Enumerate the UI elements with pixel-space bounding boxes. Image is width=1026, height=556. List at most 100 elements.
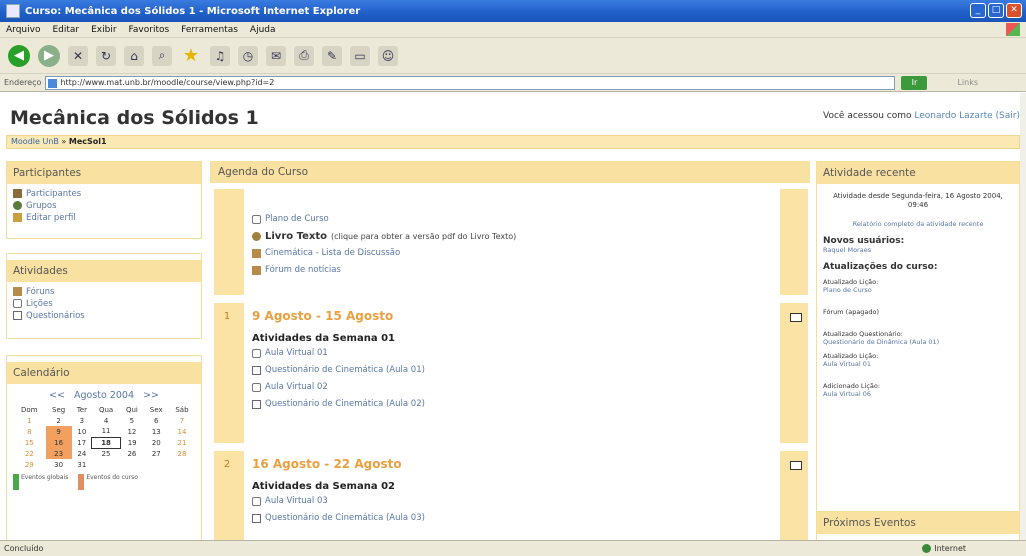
- calendar-day[interactable]: 24: [72, 448, 92, 459]
- groups-link[interactable]: Grupos: [13, 200, 195, 211]
- lesson-link[interactable]: Aula Virtual 03: [252, 495, 772, 507]
- calendar-day[interactable]: 30: [46, 459, 72, 470]
- calendar-day[interactable]: 6: [144, 415, 169, 426]
- section-toggle-icon[interactable]: [790, 313, 802, 322]
- calendar-day[interactable]: 1: [13, 415, 46, 426]
- search-icon[interactable]: ⌕: [152, 45, 172, 66]
- calendar-next-button[interactable]: >>: [143, 390, 159, 401]
- lesson-icon: [252, 348, 261, 358]
- participants-link[interactable]: Participantes: [13, 188, 195, 199]
- legend-global[interactable]: Eventos globais: [13, 474, 68, 490]
- folder-icon[interactable]: ▭: [350, 45, 370, 66]
- calendar-day[interactable]: 27: [144, 448, 169, 459]
- menu-editar[interactable]: Editar: [52, 25, 79, 35]
- quiz-link[interactable]: Questionário de Cinemática (Aula 02): [252, 398, 772, 410]
- calendar-day[interactable]: 10: [72, 426, 92, 437]
- quiz-link[interactable]: Questionário de Cinemática (Aula 01): [252, 364, 772, 376]
- menu-exibir[interactable]: Exibir: [91, 25, 116, 35]
- news-forum-link[interactable]: Fórum de notícias: [252, 264, 772, 276]
- mail-icon[interactable]: ✉: [266, 45, 286, 66]
- user-link[interactable]: Leonardo Lazarte: [914, 111, 992, 121]
- calendar-day[interactable]: 8: [13, 426, 46, 437]
- calendar-day[interactable]: 14: [169, 426, 195, 437]
- calendar-day[interactable]: 26: [120, 448, 144, 459]
- quiz-link[interactable]: Questionário de Cinemática (Aula 03): [252, 512, 772, 524]
- minimize-button[interactable]: _: [970, 3, 986, 18]
- page-scrollbar[interactable]: [1020, 93, 1026, 540]
- calendar-day[interactable]: 22: [13, 448, 46, 459]
- calendar-day-event[interactable]: 23: [45, 448, 72, 459]
- calendar-day[interactable]: 21: [169, 437, 195, 448]
- calendar-prev-button[interactable]: <<: [49, 390, 65, 401]
- menu-ferramentas[interactable]: Ferramentas: [181, 25, 238, 35]
- calendar-day[interactable]: 20: [144, 437, 169, 448]
- home-icon[interactable]: ⌂: [124, 45, 144, 66]
- calendar-day[interactable]: 17: [72, 437, 92, 448]
- lesson-link[interactable]: Aula Virtual 02: [252, 381, 772, 393]
- go-button[interactable]: Ir: [901, 75, 928, 90]
- print-icon[interactable]: ⎙: [294, 45, 314, 66]
- calendar-day[interactable]: 5: [120, 415, 144, 426]
- calendar-day[interactable]: 2: [46, 415, 72, 426]
- lesson-link[interactable]: Aula Virtual 01: [252, 347, 772, 359]
- calendar-legend: Eventos globais Eventos do curso: [13, 474, 195, 490]
- course-plan-link[interactable]: Plano de Curso: [252, 213, 772, 225]
- messenger-icon[interactable]: ☺: [378, 45, 398, 66]
- close-button[interactable]: ✕: [1006, 3, 1022, 18]
- edit-page-icon[interactable]: ✎: [322, 45, 342, 66]
- media-icon[interactable]: ♫: [210, 45, 230, 66]
- logout-link[interactable]: (Sair): [996, 111, 1020, 121]
- favorites-icon[interactable]: ★: [180, 45, 202, 67]
- new-user-link[interactable]: Raquel Moraes: [823, 246, 1013, 254]
- refresh-icon[interactable]: ↻: [96, 45, 116, 66]
- full-report-link[interactable]: Relatório completo da atividade recente: [823, 220, 1013, 228]
- menu-ajuda[interactable]: Ajuda: [250, 25, 276, 35]
- calendar-day[interactable]: 11: [92, 426, 120, 437]
- calendar-day-today[interactable]: 18: [91, 436, 121, 449]
- quizzes-link[interactable]: Questionários: [13, 310, 195, 321]
- menu-arquivo[interactable]: Arquivo: [6, 25, 40, 35]
- calendar-day[interactable]: 25: [92, 448, 120, 459]
- ie-icon: [6, 4, 20, 18]
- update-item: Fórum (apagado): [823, 308, 880, 316]
- address-input[interactable]: http://www.mat.unb.br/moodle/course/view…: [45, 75, 896, 90]
- calendar-title: Calendário: [7, 362, 201, 384]
- address-bar: Endereço http://www.mat.unb.br/moodle/co…: [0, 74, 1026, 92]
- forum-icon: [252, 265, 261, 275]
- calendar-day[interactable]: 31: [72, 459, 92, 470]
- activities-title: Atividades: [7, 260, 201, 282]
- calendar-day[interactable]: 12: [120, 426, 144, 437]
- menu-favoritos[interactable]: Favoritos: [129, 25, 170, 35]
- forums-link[interactable]: Fóruns: [13, 286, 195, 297]
- stop-icon[interactable]: ✕: [68, 45, 88, 66]
- calendar-day[interactable]: 13: [144, 426, 169, 437]
- maximize-button[interactable]: □: [988, 3, 1004, 18]
- links-button[interactable]: Links: [957, 78, 978, 87]
- breadcrumb-home[interactable]: Moodle UnB: [11, 137, 59, 146]
- calendar-day[interactable]: 28: [169, 448, 195, 459]
- calendar-day[interactable]: 7: [169, 415, 195, 426]
- breadcrumb: Moodle UnB » MecSol1: [6, 135, 1020, 149]
- windows-logo-icon: [1006, 23, 1020, 36]
- lesson-icon: [252, 214, 261, 224]
- textbook-link[interactable]: Livro Texto (clique para obter a versão p…: [252, 230, 772, 242]
- section-toggle-icon[interactable]: [790, 461, 802, 470]
- calendar-day-event[interactable]: 16: [45, 437, 72, 448]
- new-users-title: Novos usuários:: [823, 236, 905, 246]
- calendar-day[interactable]: 4: [92, 415, 120, 426]
- calendar-day[interactable]: 3: [72, 415, 92, 426]
- update-item: Atualizado Lição: Plano de Curso: [823, 278, 879, 294]
- recent-activity-title: Atividade recente: [817, 162, 1019, 184]
- calendar-day[interactable]: 29: [13, 459, 46, 470]
- legend-course[interactable]: Eventos do curso: [78, 474, 138, 490]
- participants-title: Participantes: [7, 162, 201, 184]
- kinematics-forum-link[interactable]: Cinemática - Lista de Discussão: [252, 247, 772, 259]
- back-icon[interactable]: ◀: [8, 44, 30, 67]
- edit-profile-link[interactable]: Editar perfil: [13, 212, 195, 223]
- calendar-day-event[interactable]: 9: [45, 426, 72, 437]
- forward-icon[interactable]: ▶: [38, 44, 60, 67]
- calendar-day[interactable]: 15: [13, 437, 46, 448]
- history-icon[interactable]: ◷: [238, 45, 258, 66]
- calendar-day[interactable]: 19: [120, 437, 144, 448]
- lessons-link[interactable]: Lições: [13, 298, 195, 309]
